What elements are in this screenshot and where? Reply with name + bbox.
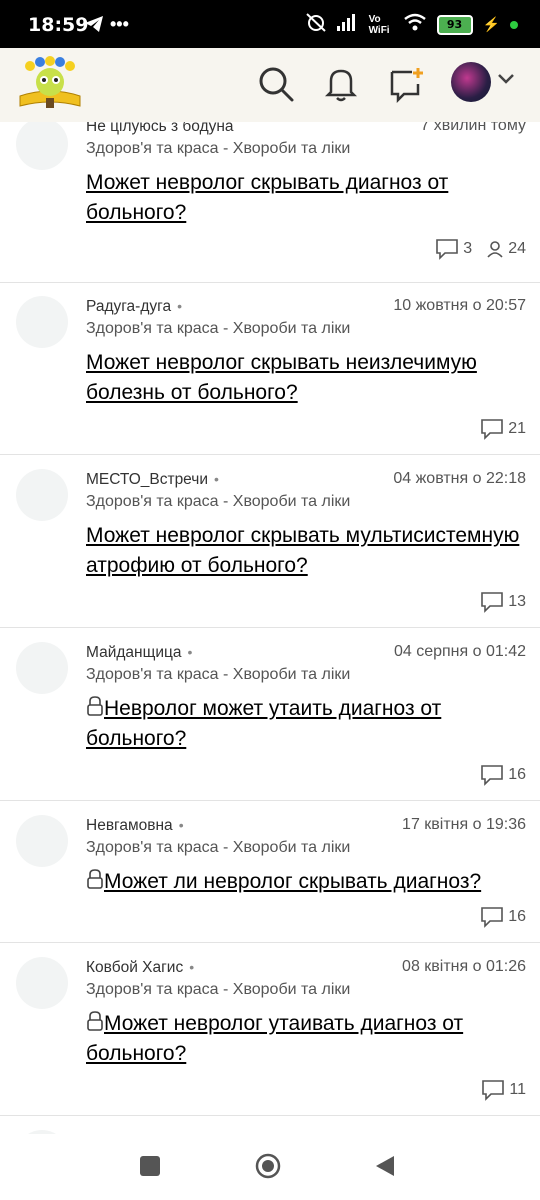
post-category[interactable]: Здоров'я та краса - Хвороби та ліки	[86, 493, 350, 511]
question-item[interactable]: МЕСТО_Встречи • 04 жовтня о 22:18 Здоров'…	[0, 455, 540, 628]
comment-icon	[481, 592, 504, 613]
post-stats: 16	[480, 906, 526, 928]
post-time: 04 серпня о 01:42	[393, 643, 526, 660]
charging-icon: ⚡	[482, 16, 500, 32]
author-avatar[interactable]	[16, 469, 68, 521]
answers-count[interactable]: 16	[480, 906, 526, 928]
author-name[interactable]: Ковбой Хагис •	[86, 959, 194, 977]
author-name[interactable]: Майданщица •	[86, 644, 192, 662]
answers-count-value: 16	[508, 908, 526, 925]
site-logo[interactable]	[16, 56, 84, 117]
post-stats: 11	[481, 1079, 526, 1101]
vowifi-label: Vo WiFi	[368, 13, 390, 36]
green-dot-icon	[510, 20, 518, 29]
author-avatar[interactable]	[16, 957, 68, 1009]
post-stats: 3 24	[435, 238, 526, 260]
question-item[interactable]: Майданщица • 04 серпня о 01:42 Здоров'я т…	[0, 628, 540, 801]
more-notifications-icon: •••	[110, 14, 129, 34]
author-avatar[interactable]	[16, 122, 68, 170]
comment-icon	[481, 907, 504, 928]
answers-count-value: 3	[463, 240, 473, 257]
status-time: 18:59	[28, 14, 89, 36]
answers-count-value: 13	[508, 593, 526, 610]
question-link[interactable]: Может невролог скрывать мультисистемную …	[86, 521, 526, 581]
question-link[interactable]: Может невролог скрывать диагноз от больн…	[86, 168, 526, 228]
author-avatar[interactable]	[16, 815, 68, 867]
post-stats: 16	[480, 764, 526, 786]
back-button[interactable]	[374, 1154, 396, 1183]
question-feed: Не цілуюсь з бодуна 7 хвилин тому Здоров…	[0, 122, 540, 1134]
author-name[interactable]: МЕСТО_Встречи •	[86, 471, 219, 489]
post-category[interactable]: Здоров'я та краса - Хвороби та ліки	[86, 981, 350, 999]
question-item[interactable]: Радуга-дуга • 10 жовтня о 20:57 Здоров'я …	[0, 282, 540, 455]
answers-count[interactable]: 3	[435, 238, 472, 260]
post-category[interactable]: Здоров'я та краса - Хвороби та ліки	[86, 320, 350, 338]
lock-icon	[87, 696, 103, 716]
signal-icon	[336, 13, 359, 36]
post-time: 10 жовтня о 20:57	[393, 297, 526, 314]
lock-icon	[87, 1011, 103, 1031]
question-link[interactable]: Невролог может утаить диагноз от больног…	[86, 694, 526, 754]
author-name[interactable]: Не цілуюсь з бодуна	[86, 122, 234, 136]
question-link[interactable]: Может невролог скрывать неизлечимую боле…	[86, 348, 526, 408]
views-count: 24	[486, 240, 526, 258]
person-icon	[487, 241, 503, 258]
question-item[interactable]: Ковбой Хагис • 08 квітня о 01:26 Здоров'я…	[0, 943, 540, 1116]
comment-icon	[482, 1080, 505, 1101]
answers-count[interactable]: 11	[481, 1079, 526, 1101]
views-count-value: 24	[508, 240, 526, 257]
mute-alarm-icon	[305, 12, 327, 37]
telegram-icon	[84, 15, 104, 38]
home-button[interactable]	[255, 1153, 281, 1184]
bell-icon[interactable]	[322, 64, 360, 109]
author-name[interactable]: Радуга-дуга •	[86, 298, 182, 316]
comment-icon	[481, 765, 504, 786]
post-time: 04 жовтня о 22:18	[393, 470, 526, 487]
answers-count[interactable]: 13	[480, 591, 526, 613]
answers-count-value: 21	[508, 420, 526, 437]
post-category[interactable]: Здоров'я та краса - Хвороби та ліки	[86, 140, 350, 158]
author-name[interactable]: Невгамовна •	[86, 817, 184, 835]
lock-icon	[87, 869, 103, 889]
battery-indicator: 93	[436, 14, 473, 35]
post-time: 17 квітня о 19:36	[402, 816, 526, 833]
question-item[interactable]: Невгамовна • 17 квітня о 19:36 Здоров'я т…	[0, 801, 540, 943]
answers-count[interactable]: 16	[480, 764, 526, 786]
answers-count[interactable]: 21	[480, 418, 526, 440]
answers-count-value: 16	[508, 766, 526, 783]
status-bar: 18:59 ••• Vo WiFi 93 ⚡	[0, 0, 540, 48]
question-link[interactable]: Может ли невролог скрывать диагноз?	[86, 867, 526, 897]
post-time: 7 хвилин тому	[420, 122, 526, 134]
app-header	[0, 48, 540, 122]
question-link[interactable]: Может невролог утаивать диагноз от больн…	[86, 1009, 526, 1069]
search-icon[interactable]	[256, 64, 296, 109]
post-stats: 13	[480, 591, 526, 613]
user-avatar[interactable]	[451, 62, 491, 102]
post-category[interactable]: Здоров'я та краса - Хвороби та ліки	[86, 839, 350, 857]
recent-apps-button[interactable]	[140, 1156, 160, 1176]
new-question-icon[interactable]	[386, 64, 426, 109]
post-time: 08 квітня о 01:26	[402, 958, 526, 975]
author-avatar[interactable]	[16, 296, 68, 348]
answers-count-value: 11	[509, 1081, 526, 1098]
post-stats: 21	[480, 418, 526, 440]
comment-icon	[481, 419, 504, 440]
question-item[interactable]	[0, 1116, 540, 1134]
system-nav-bar	[0, 1134, 540, 1200]
post-category[interactable]: Здоров'я та краса - Хвороби та ліки	[86, 666, 350, 684]
wifi-icon	[403, 13, 427, 36]
comment-icon	[436, 239, 459, 260]
chevron-down-icon[interactable]	[496, 72, 516, 91]
author-avatar[interactable]	[16, 642, 68, 694]
question-item[interactable]: Не цілуюсь з бодуна 7 хвилин тому Здоров…	[0, 122, 540, 283]
